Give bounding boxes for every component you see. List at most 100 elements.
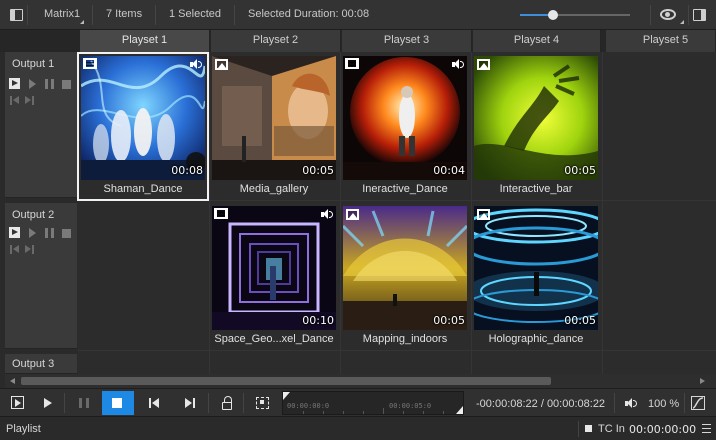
playset-header-3[interactable]: Playset 3 xyxy=(342,30,472,52)
output-previous-icon[interactable] xyxy=(10,96,19,105)
media-cell-space-geo-pixel-dance[interactable]: 00:10 Space_Geo...xel_Dance xyxy=(210,204,338,349)
zoom-slider-handle[interactable] xyxy=(548,10,558,20)
horizontal-scrollbar[interactable] xyxy=(5,374,716,388)
media-duration: 00:05 xyxy=(564,314,596,327)
out-marker-icon[interactable] xyxy=(456,406,463,414)
scrollbar-thumb[interactable] xyxy=(21,377,551,385)
video-icon xyxy=(83,58,97,69)
timeline-scrubber[interactable]: 00:00:00:0 00:00:05:0 xyxy=(282,391,464,415)
scroll-left-icon[interactable] xyxy=(10,378,15,384)
transport-bar: 00:00:00:0 00:00:05:0 -00:00:08:22 / 00:… xyxy=(0,388,716,416)
video-icon xyxy=(214,208,228,219)
playset-header-4[interactable]: Playset 4 xyxy=(473,30,601,52)
media-name: Ineractive_Dance xyxy=(362,183,448,195)
thumbnail-zoom-slider[interactable] xyxy=(520,10,630,20)
right-panel-icon xyxy=(693,9,706,21)
play-button[interactable] xyxy=(32,391,62,415)
media-name: Media_gallery xyxy=(239,183,309,195)
status-bar: Playlist TC In 00:00:00:00 xyxy=(0,416,716,440)
lock-icon xyxy=(222,396,232,410)
previous-button[interactable] xyxy=(139,391,169,415)
next-button[interactable] xyxy=(175,391,205,415)
matrix-dropdown-icon[interactable] xyxy=(80,20,84,24)
image-icon xyxy=(215,59,228,70)
menu-icon[interactable] xyxy=(702,424,711,433)
volume-level[interactable]: 100 % xyxy=(648,398,679,410)
eye-icon[interactable] xyxy=(660,9,676,20)
output-next-icon[interactable] xyxy=(25,245,34,254)
media-name: Mapping_indoors xyxy=(362,333,448,345)
output-previous-icon[interactable] xyxy=(10,245,19,254)
output-label: Output 2 xyxy=(12,209,55,221)
media-duration: 00:05 xyxy=(564,164,596,177)
media-cell-interactive-bar[interactable]: 00:05 Interactive_bar xyxy=(472,54,600,199)
playset-header-2[interactable]: Playset 2 xyxy=(211,30,341,52)
video-icon xyxy=(345,58,359,69)
output-play-icon[interactable] xyxy=(9,227,20,238)
media-duration: 00:04 xyxy=(433,164,465,177)
scroll-right-icon[interactable] xyxy=(700,378,705,384)
image-icon xyxy=(477,209,490,220)
media-thumbnail xyxy=(212,206,336,330)
top-toolbar: Matrix1 7 Items 1 Selected Selected Dura… xyxy=(0,0,716,30)
output-row-3[interactable]: Output 3 xyxy=(5,354,77,374)
output-row-1[interactable]: Output 1 xyxy=(5,52,77,198)
tc-in-value: 00:00:00:00 xyxy=(629,423,697,436)
media-name: Space_Geo...xel_Dance xyxy=(214,333,334,345)
toggle-left-panel-button[interactable] xyxy=(6,5,28,25)
stop-icon xyxy=(112,398,122,408)
output-next-icon[interactable] xyxy=(25,96,34,105)
playset-header-row: Playset 1 Playset 2 Playset 3 Playset 4 … xyxy=(0,30,716,52)
selected-duration: Selected Duration: 00:08 xyxy=(248,8,370,20)
output-row-2[interactable]: Output 2 xyxy=(5,203,77,349)
media-duration: 00:10 xyxy=(302,314,334,327)
pause-button[interactable] xyxy=(69,391,99,415)
timeline-mid-label: 00:00:05:0 xyxy=(389,402,432,410)
media-cell-mapping-indoors[interactable]: 00:05 Mapping_indoors xyxy=(341,204,469,349)
tc-in-label: TC In xyxy=(598,423,625,435)
play-icon xyxy=(44,398,52,408)
selected-count: 1 Selected xyxy=(169,8,221,20)
fade-curve-icon[interactable] xyxy=(691,396,705,410)
media-name: Interactive_bar xyxy=(499,183,573,195)
media-thumbnail xyxy=(343,206,467,330)
timecode-display: -00:00:08:22 / 00:00:08:22 xyxy=(476,398,606,410)
playset-header-5[interactable]: Playset 5 xyxy=(606,30,716,52)
volume-icon[interactable] xyxy=(625,398,639,409)
output-play-once-icon[interactable] xyxy=(29,79,36,89)
audio-icon xyxy=(321,209,333,220)
tc-indicator-icon xyxy=(585,425,592,432)
timeline-start-label: 00:00:00:0 xyxy=(287,402,330,410)
stop-button[interactable] xyxy=(102,391,134,415)
play-box-icon xyxy=(11,396,24,409)
pause-icon xyxy=(79,398,89,408)
output-stop-icon[interactable] xyxy=(62,80,71,89)
output-label: Output 3 xyxy=(12,358,55,370)
audio-icon xyxy=(452,59,464,70)
media-thumbnail xyxy=(474,206,598,330)
in-marker-icon[interactable] xyxy=(283,392,290,400)
media-name: Holographic_dance xyxy=(488,333,584,345)
media-cell-media-gallery[interactable]: 00:05 Media_gallery xyxy=(210,54,338,199)
media-thumbnail xyxy=(474,56,598,180)
view-dropdown-icon[interactable] xyxy=(680,20,684,24)
output-stop-icon[interactable] xyxy=(62,229,71,238)
media-cell-holographic-dance[interactable]: 00:05 Holographic_dance xyxy=(472,204,600,349)
output-pause-icon[interactable] xyxy=(45,79,54,89)
output-pause-icon[interactable] xyxy=(45,228,54,238)
image-icon xyxy=(477,59,490,70)
matrix-name[interactable]: Matrix1 xyxy=(44,8,80,20)
output-play-once-icon[interactable] xyxy=(29,228,36,238)
image-icon xyxy=(346,209,359,220)
lock-button[interactable] xyxy=(211,391,241,415)
media-cell-shaman-dance[interactable]: 00:08 Shaman_Dance xyxy=(77,52,209,201)
left-panel-icon xyxy=(10,9,23,21)
media-thumbnail xyxy=(343,56,467,180)
media-cell-ineractive-dance[interactable]: 00:04 Ineractive_Dance xyxy=(341,54,469,199)
output-play-icon[interactable] xyxy=(9,78,20,89)
toggle-right-panel-button[interactable] xyxy=(688,5,710,25)
fit-selection-button[interactable] xyxy=(247,391,277,415)
play-all-button[interactable] xyxy=(2,391,32,415)
media-thumbnail xyxy=(212,56,336,180)
playset-header-1[interactable]: Playset 1 xyxy=(80,30,210,52)
